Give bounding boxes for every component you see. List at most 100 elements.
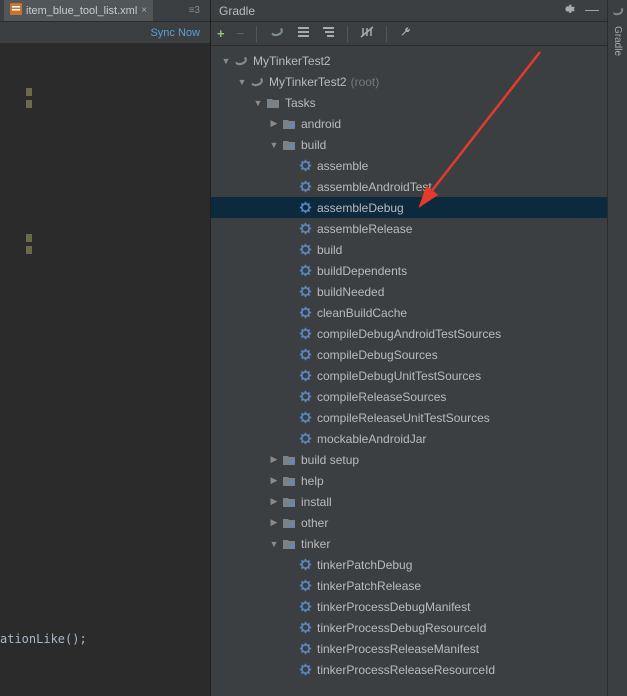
gradle-tree[interactable]: ▼ MyTinkerTest2 ▼ MyTinkerTest2 (root) ▼… [211, 46, 607, 696]
tree-group-android[interactable]: ▶ android [211, 113, 607, 134]
gear-icon [297, 200, 313, 216]
tree-group-tinker[interactable]: ▼ tinker [211, 533, 607, 554]
tree-label: MyTinkerTest2 [269, 75, 347, 89]
close-icon[interactable]: × [141, 5, 147, 16]
tree-task-label: tinkerProcessReleaseManifest [317, 642, 479, 656]
tree-task[interactable]: tinkerPatchDebug [211, 554, 607, 575]
tree-task[interactable]: buildDependents [211, 260, 607, 281]
tool-window-strip: Gradle [607, 0, 627, 696]
tree-task[interactable]: tinkerProcessDebugResourceId [211, 617, 607, 638]
tree-task[interactable]: tinkerProcessReleaseManifest [211, 638, 607, 659]
tree-task-label: build [317, 243, 342, 257]
gradle-elephant-icon[interactable] [611, 6, 625, 20]
tree-suffix: (root) [351, 75, 380, 89]
chevron-right-icon[interactable]: ▶ [267, 118, 281, 129]
tree-task[interactable]: assembleAndroidTest [211, 176, 607, 197]
chevron-right-icon[interactable]: ▶ [267, 496, 281, 507]
tree-root[interactable]: ▼ MyTinkerTest2 [211, 50, 607, 71]
tree-group-build[interactable]: ▼ build [211, 134, 607, 155]
tree-task-label: assembleDebug [317, 201, 404, 215]
tree-task[interactable]: compileDebugSources [211, 344, 607, 365]
folder-gear-icon [281, 494, 297, 510]
tree-label: android [301, 117, 341, 131]
tree-task[interactable]: compileDebugAndroidTestSources [211, 323, 607, 344]
gear-icon [297, 284, 313, 300]
tree-task-label: tinkerProcessDebugResourceId [317, 621, 486, 635]
tree-task[interactable]: tinkerProcessReleaseResourceId [211, 659, 607, 680]
gradle-project-icon [249, 74, 265, 90]
wrench-icon[interactable] [399, 26, 412, 42]
tree-task[interactable]: mockableAndroidJar [211, 428, 607, 449]
tree-task[interactable]: compileDebugUnitTestSources [211, 365, 607, 386]
tree-task-label: buildNeeded [317, 285, 384, 299]
tree-task-label: tinkerPatchDebug [317, 558, 412, 572]
gutter-mark [26, 88, 32, 96]
remove-icon[interactable]: − [237, 26, 245, 41]
chevron-down-icon[interactable]: ▼ [251, 98, 265, 108]
gear-icon [297, 431, 313, 447]
chevron-right-icon[interactable]: ▶ [267, 517, 281, 528]
tree-group-install[interactable]: ▶ install [211, 491, 607, 512]
toggle-offline-icon[interactable] [360, 25, 374, 42]
gear-icon [297, 305, 313, 321]
tree-task[interactable]: assembleRelease [211, 218, 607, 239]
xml-file-icon [10, 3, 22, 18]
sidebar-tab-gradle[interactable]: Gradle [612, 24, 623, 58]
gear-icon [297, 179, 313, 195]
tree-label: tinker [301, 537, 330, 551]
tree-group-other[interactable]: ▶ other [211, 512, 607, 533]
tree-task[interactable]: tinkerProcessDebugManifest [211, 596, 607, 617]
chevron-right-icon[interactable]: ▶ [267, 454, 281, 465]
tree-task-label: compileDebugAndroidTestSources [317, 327, 501, 341]
editor-tab[interactable]: item_blue_tool_list.xml × [4, 0, 153, 21]
tree-task[interactable]: cleanBuildCache [211, 302, 607, 323]
chevron-down-icon[interactable]: ▼ [267, 140, 281, 150]
folder-gear-icon [281, 536, 297, 552]
tree-task[interactable]: tinkerPatchRelease [211, 575, 607, 596]
editor-body[interactable]: ationLike(); [0, 44, 210, 696]
tree-task[interactable]: compileReleaseSources [211, 386, 607, 407]
tree-label: install [301, 495, 332, 509]
tree-task[interactable]: assembleDebug [211, 197, 607, 218]
tree-task[interactable]: buildNeeded [211, 281, 607, 302]
tree-group-help[interactable]: ▶ help [211, 470, 607, 491]
gradle-panel-title: Gradle [219, 4, 255, 18]
tree-task-label: compileDebugSources [317, 348, 438, 362]
folder-icon [265, 95, 281, 111]
tree-task-label: cleanBuildCache [317, 306, 407, 320]
tree-task-label: assembleRelease [317, 222, 412, 236]
tree-task-label: assemble [317, 159, 368, 173]
tree-label: help [301, 474, 324, 488]
tree-task[interactable]: compileReleaseUnitTestSources [211, 407, 607, 428]
sync-bar: Sync Now [0, 22, 210, 44]
gear-icon [297, 389, 313, 405]
add-icon[interactable]: + [217, 26, 225, 41]
tree-task-label: tinkerPatchRelease [317, 579, 421, 593]
expand-all-icon[interactable] [297, 26, 310, 42]
hide-icon[interactable]: — [585, 2, 599, 19]
tree-tasks[interactable]: ▼ Tasks [211, 92, 607, 113]
gear-icon [297, 662, 313, 678]
editor-tab-bar: item_blue_tool_list.xml × ≡3 [0, 0, 210, 22]
chevron-down-icon[interactable]: ▼ [267, 539, 281, 549]
tree-task[interactable]: build [211, 239, 607, 260]
tree-project[interactable]: ▼ MyTinkerTest2 (root) [211, 71, 607, 92]
settings-icon[interactable] [561, 2, 575, 19]
gradle-panel: Gradle — + − ▼ [211, 0, 607, 696]
collapse-all-icon[interactable] [322, 26, 335, 42]
tree-task[interactable]: assemble [211, 155, 607, 176]
sync-now-link[interactable]: Sync Now [150, 27, 200, 39]
gradle-panel-header: Gradle — [211, 0, 607, 22]
tree-label: Tasks [285, 96, 316, 110]
tree-task-label: compileReleaseUnitTestSources [317, 411, 490, 425]
tree-task-label: tinkerProcessReleaseResourceId [317, 663, 495, 677]
chevron-down-icon[interactable]: ▼ [219, 56, 233, 66]
folder-gear-icon [281, 452, 297, 468]
folder-gear-icon [281, 473, 297, 489]
gradle-refresh-icon[interactable] [269, 26, 285, 41]
chevron-down-icon[interactable]: ▼ [235, 77, 249, 87]
tree-group-build-setup[interactable]: ▶ build setup [211, 449, 607, 470]
tree-label: other [301, 516, 328, 530]
gear-icon [297, 578, 313, 594]
chevron-right-icon[interactable]: ▶ [267, 475, 281, 486]
